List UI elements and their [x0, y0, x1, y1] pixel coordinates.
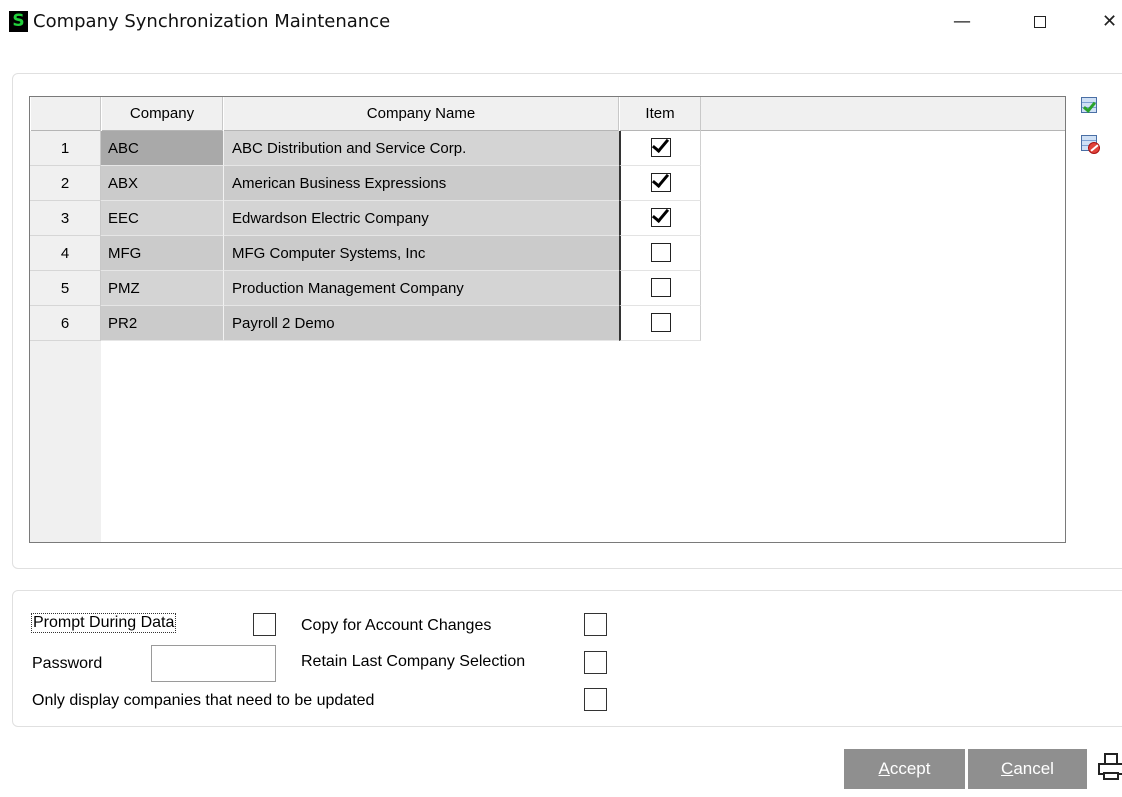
item-cell[interactable] [619, 201, 701, 236]
printer-icon[interactable] [1098, 752, 1122, 782]
table-row[interactable]: 3 EEC Edwardson Electric Company [30, 201, 1065, 236]
table-row[interactable]: 5 PMZ Production Management Company [30, 271, 1065, 306]
cancel-mnemonic: C [1001, 759, 1014, 778]
item-checkbox[interactable] [650, 173, 671, 193]
item-checkbox[interactable] [650, 138, 671, 158]
app-icon: S [9, 11, 28, 32]
item-cell[interactable] [619, 166, 701, 201]
company-code-cell[interactable]: EEC [101, 201, 223, 236]
cancel-label-rest: ancel [1013, 759, 1054, 778]
password-input[interactable] [151, 645, 276, 682]
company-code-cell[interactable]: PR2 [101, 306, 223, 341]
row-number: 1 [30, 131, 101, 166]
company-name-cell[interactable]: Payroll 2 Demo [223, 306, 619, 341]
item-checkbox[interactable] [650, 208, 671, 228]
company-name-column-header[interactable]: Company Name [223, 97, 619, 131]
close-button[interactable]: ✕ [1102, 6, 1122, 38]
copy-for-account-changes-label: Copy for Account Changes [301, 617, 492, 634]
item-cell[interactable] [619, 131, 701, 166]
table-row[interactable]: 6 PR2 Payroll 2 Demo [30, 306, 1065, 341]
row-number: 4 [30, 236, 101, 271]
table-row[interactable]: 4 MFG MFG Computer Systems, Inc [30, 236, 1065, 271]
item-checkbox[interactable] [650, 243, 671, 263]
prompt-during-data-checkbox[interactable] [253, 613, 276, 636]
row-number-header [30, 97, 101, 131]
row-number: 2 [30, 166, 101, 201]
item-cell[interactable] [619, 236, 701, 271]
cancel-button[interactable]: Cancel [968, 749, 1087, 789]
clear-all-icon[interactable] [1081, 135, 1100, 154]
maximize-icon [1034, 16, 1046, 28]
printer-tray-glyph [1103, 772, 1119, 780]
only-display-companies-checkbox[interactable] [584, 688, 607, 711]
retain-last-company-selection-label: Retain Last Company Selection [301, 653, 526, 670]
row-number: 6 [30, 306, 101, 341]
company-name-cell[interactable]: Production Management Company [223, 271, 619, 306]
copy-for-account-changes-checkbox[interactable] [584, 613, 607, 636]
company-column-header[interactable]: Company [101, 97, 223, 131]
item-cell[interactable] [619, 271, 701, 306]
retain-last-company-selection-checkbox[interactable] [584, 651, 607, 674]
company-code-cell[interactable]: ABX [101, 166, 223, 201]
row-number: 3 [30, 201, 101, 236]
red-cancel-glyph [1088, 142, 1100, 154]
prompt-during-data-label[interactable]: Prompt During Data [30, 613, 177, 633]
company-name-cell[interactable]: Edwardson Electric Company [223, 201, 619, 236]
item-column-header[interactable]: Item [619, 97, 701, 131]
item-cell[interactable] [619, 306, 701, 341]
company-name-cell[interactable]: MFG Computer Systems, Inc [223, 236, 619, 271]
item-checkbox[interactable] [650, 278, 671, 298]
row-number: 5 [30, 271, 101, 306]
only-display-companies-label: Only display companies that need to be u… [32, 692, 375, 709]
password-label: Password [32, 655, 103, 672]
accept-button[interactable]: Accept [844, 749, 965, 789]
grid-header: Company Company Name Item [30, 97, 1065, 131]
maximize-button[interactable] [1020, 6, 1060, 38]
minimize-button[interactable]: — [942, 6, 982, 38]
company-code-cell[interactable]: ABC [101, 131, 223, 166]
accept-label-rest: ccept [889, 759, 931, 778]
company-code-cell[interactable]: PMZ [101, 271, 223, 306]
item-checkbox[interactable] [650, 313, 671, 333]
window-title: Company Synchronization Maintenance [33, 11, 391, 32]
company-grid[interactable]: Company Company Name Item 1 ABC ABC Dist… [29, 96, 1066, 543]
printer-paper-glyph [1104, 753, 1118, 763]
company-code-cell[interactable]: MFG [101, 236, 223, 271]
accept-mnemonic: A [878, 759, 890, 778]
company-name-cell[interactable]: ABC Distribution and Service Corp. [223, 131, 619, 166]
table-row[interactable]: 1 ABC ABC Distribution and Service Corp. [30, 131, 1065, 166]
company-name-cell[interactable]: American Business Expressions [223, 166, 619, 201]
table-row[interactable]: 2 ABX American Business Expressions [30, 166, 1065, 201]
title-bar: S Company Synchronization Maintenance — … [0, 0, 1122, 44]
select-all-icon[interactable] [1081, 97, 1100, 116]
